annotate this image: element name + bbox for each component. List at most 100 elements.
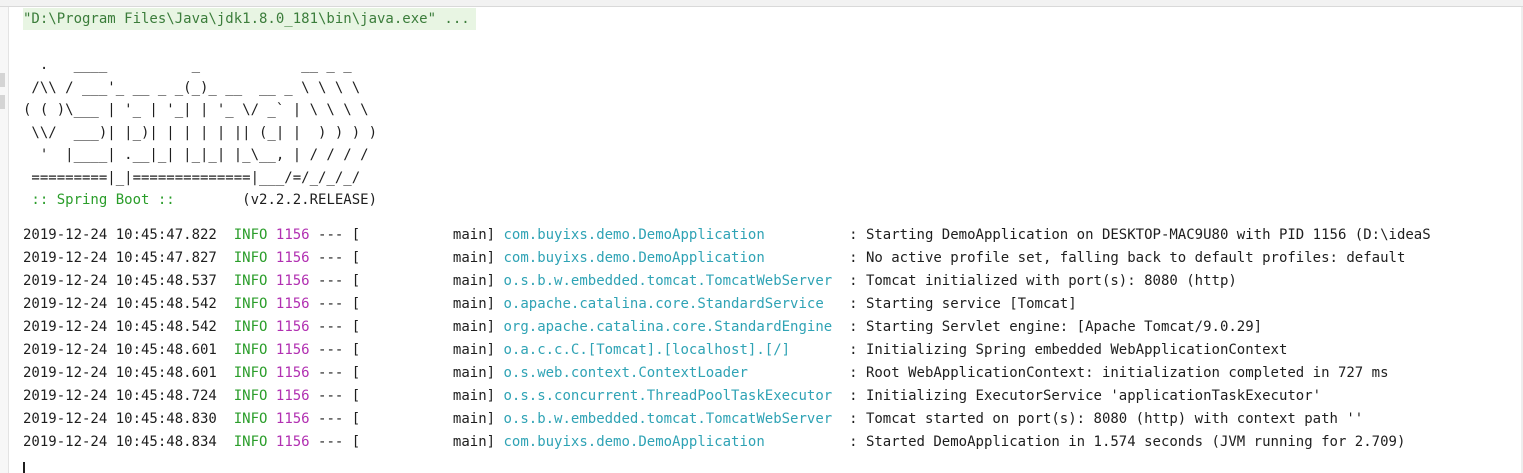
log-row: 2019-12-24 10:45:48.601 INFO 1156 --- [ … bbox=[23, 362, 1523, 385]
log-separator: --- [ bbox=[309, 272, 361, 289]
log-row: 2019-12-24 10:45:48.542 INFO 1156 --- [ … bbox=[23, 293, 1523, 316]
log-pid: 1156 bbox=[275, 341, 310, 358]
spring-boot-label: :: Spring Boot :: bbox=[23, 192, 184, 208]
log-timestamp: 2019-12-24 10:45:48.830 bbox=[23, 410, 217, 427]
log-thread: main bbox=[360, 272, 487, 289]
log-message: Starting DemoApplication on DESKTOP-MAC9… bbox=[865, 226, 1431, 243]
log-logger: o.apache.catalina.core.StandardService bbox=[503, 295, 841, 312]
log-logger: com.buyixs.demo.DemoApplication bbox=[503, 249, 841, 266]
log-separator: ] bbox=[486, 433, 504, 450]
log-level: INFO bbox=[233, 410, 268, 427]
log-message: Starting service [Tomcat] bbox=[865, 295, 1077, 312]
log-pid: 1156 bbox=[275, 410, 310, 427]
log-separator: ] bbox=[486, 226, 504, 243]
gutter-marker bbox=[0, 73, 5, 87]
log-logger: o.s.b.w.embedded.tomcat.TomcatWebServer bbox=[503, 410, 841, 427]
log-logger: org.apache.catalina.core.StandardEngine bbox=[503, 318, 841, 335]
log-message: Tomcat initialized with port(s): 8080 (h… bbox=[865, 272, 1237, 289]
log-logger: o.s.s.concurrent.ThreadPoolTaskExecutor bbox=[503, 387, 841, 404]
log-timestamp: 2019-12-24 10:45:48.537 bbox=[23, 272, 217, 289]
log-timestamp: 2019-12-24 10:45:48.601 bbox=[23, 341, 217, 358]
log-row: 2019-12-24 10:45:48.537 INFO 1156 --- [ … bbox=[23, 270, 1523, 293]
log-timestamp: 2019-12-24 10:45:48.834 bbox=[23, 433, 217, 450]
log-separator: : bbox=[840, 364, 866, 381]
log-pid: 1156 bbox=[275, 249, 310, 266]
log-pid: 1156 bbox=[275, 226, 310, 243]
log-thread: main bbox=[360, 226, 487, 243]
log-thread: main bbox=[360, 318, 487, 335]
log-pid: 1156 bbox=[275, 272, 310, 289]
log-separator: ] bbox=[486, 318, 504, 335]
gutter-marker bbox=[0, 95, 5, 109]
spring-boot-version-line: :: Spring Boot :: (v2.2.2.RELEASE) bbox=[23, 189, 1523, 212]
log-message: No active profile set, falling back to d… bbox=[865, 249, 1406, 266]
log-separator: : bbox=[840, 272, 866, 289]
panel-top-border bbox=[0, 0, 1523, 7]
log-row: 2019-12-24 10:45:48.542 INFO 1156 --- [ … bbox=[23, 316, 1523, 339]
log-separator: --- [ bbox=[309, 364, 361, 381]
log-level: INFO bbox=[233, 387, 268, 404]
log-thread: main bbox=[360, 387, 487, 404]
log-pid: 1156 bbox=[275, 387, 310, 404]
log-level: INFO bbox=[233, 433, 268, 450]
log-separator: --- [ bbox=[309, 295, 361, 312]
java-command-line[interactable]: "D:\Program Files\Java\jdk1.8.0_181\bin\… bbox=[23, 8, 476, 30]
log-row: 2019-12-24 10:45:48.830 INFO 1156 --- [ … bbox=[23, 408, 1523, 431]
log-level: INFO bbox=[233, 249, 268, 266]
log-row: 2019-12-24 10:45:48.601 INFO 1156 --- [ … bbox=[23, 339, 1523, 362]
log-message: Initializing Spring embedded WebApplicat… bbox=[865, 341, 1288, 358]
spring-boot-version: (v2.2.2.RELEASE) bbox=[183, 192, 378, 208]
log-separator: : bbox=[840, 226, 866, 243]
log-separator: --- [ bbox=[309, 249, 361, 266]
log-separator: ] bbox=[486, 249, 504, 266]
log-separator: : bbox=[840, 387, 866, 404]
log-separator: --- [ bbox=[309, 318, 361, 335]
log-pid: 1156 bbox=[275, 295, 310, 312]
log-separator: ] bbox=[486, 364, 504, 381]
log-separator: ] bbox=[486, 410, 504, 427]
log-message: Starting Servlet engine: [Apache Tomcat/… bbox=[865, 318, 1263, 335]
log-logger: com.buyixs.demo.DemoApplication bbox=[503, 226, 841, 243]
log-timestamp: 2019-12-24 10:45:48.724 bbox=[23, 387, 217, 404]
log-timestamp: 2019-12-24 10:45:47.827 bbox=[23, 249, 217, 266]
log-message: Started DemoApplication in 1.574 seconds… bbox=[865, 433, 1406, 450]
log-lines: 2019-12-24 10:45:47.822 INFO 1156 --- [ … bbox=[23, 224, 1523, 454]
log-pid: 1156 bbox=[275, 364, 310, 381]
log-row: 2019-12-24 10:45:48.834 INFO 1156 --- [ … bbox=[23, 431, 1523, 454]
log-separator: : bbox=[840, 249, 866, 266]
log-separator: --- [ bbox=[309, 226, 361, 243]
log-separator: : bbox=[840, 341, 866, 358]
log-message: Initializing ExecutorService 'applicatio… bbox=[865, 387, 1322, 404]
run-console-output[interactable]: "D:\Program Files\Java\jdk1.8.0_181\bin\… bbox=[23, 8, 1523, 473]
log-thread: main bbox=[360, 295, 487, 312]
log-timestamp: 2019-12-24 10:45:48.542 bbox=[23, 295, 217, 312]
log-thread: main bbox=[360, 249, 487, 266]
log-logger: o.a.c.c.C.[Tomcat].[localhost].[/] bbox=[503, 341, 841, 358]
log-level: INFO bbox=[233, 272, 268, 289]
log-timestamp: 2019-12-24 10:45:48.601 bbox=[23, 364, 217, 381]
log-level: INFO bbox=[233, 226, 268, 243]
log-timestamp: 2019-12-24 10:45:47.822 bbox=[23, 226, 217, 243]
log-thread: main bbox=[360, 341, 487, 358]
log-logger: com.buyixs.demo.DemoApplication bbox=[503, 433, 841, 450]
log-thread: main bbox=[360, 433, 487, 450]
log-separator: : bbox=[840, 318, 866, 335]
log-separator: --- [ bbox=[309, 341, 361, 358]
log-level: INFO bbox=[233, 295, 268, 312]
log-separator: --- [ bbox=[309, 410, 361, 427]
log-level: INFO bbox=[233, 318, 268, 335]
log-separator: ] bbox=[486, 272, 504, 289]
console-gutter bbox=[0, 7, 9, 473]
log-separator: ] bbox=[486, 387, 504, 404]
log-separator: : bbox=[840, 295, 866, 312]
log-pid: 1156 bbox=[275, 318, 310, 335]
log-logger: o.s.b.w.embedded.tomcat.TomcatWebServer bbox=[503, 272, 841, 289]
log-timestamp: 2019-12-24 10:45:48.542 bbox=[23, 318, 217, 335]
log-row: 2019-12-24 10:45:47.822 INFO 1156 --- [ … bbox=[23, 224, 1523, 247]
text-cursor bbox=[23, 462, 25, 473]
log-separator: : bbox=[840, 433, 866, 450]
log-separator: --- [ bbox=[309, 433, 361, 450]
log-separator: ] bbox=[486, 341, 504, 358]
log-logger: o.s.web.context.ContextLoader bbox=[503, 364, 841, 381]
log-separator: --- [ bbox=[309, 387, 361, 404]
